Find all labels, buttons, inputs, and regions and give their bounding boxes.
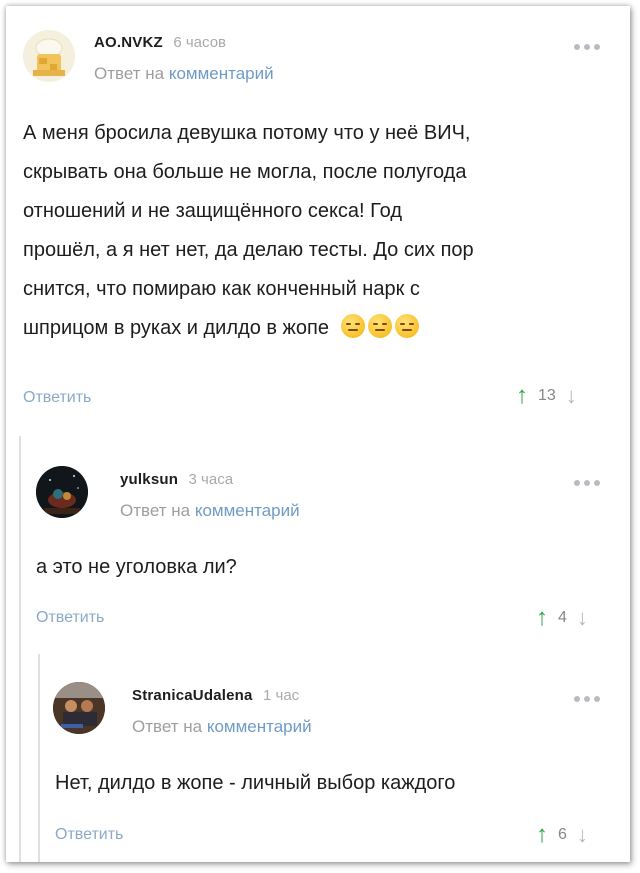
arrow-down-icon[interactable]: ↓	[577, 824, 588, 846]
comment-text: Нет, дилдо в жопе - личный выбор каждого	[55, 764, 620, 803]
vote-controls: ↑ 6 ↓	[536, 823, 588, 847]
comment-thread: AO.NVKZ 6 часов Ответ на комментарий А м…	[6, 6, 630, 862]
reply-to-link[interactable]: комментарий	[207, 717, 312, 736]
author-name[interactable]: StranicaUdalena	[132, 687, 253, 704]
comment: StranicaUdalena 1 час Ответ на комментар…	[6, 6, 630, 862]
reply-to-line: Ответ на комментарий	[132, 717, 312, 737]
arrow-up-icon[interactable]: ↑	[536, 823, 548, 847]
reply-button[interactable]: Ответить	[55, 826, 123, 844]
comment-header: StranicaUdalena 1 час	[132, 687, 299, 705]
timestamp: 1 час	[263, 687, 300, 704]
avatar[interactable]	[53, 682, 105, 734]
vote-score: 6	[558, 826, 567, 843]
more-dots-icon[interactable]	[574, 696, 600, 702]
reply-prefix: Ответ на	[132, 717, 203, 736]
comment-line: Нет, дилдо в жопе - личный выбор каждого	[55, 772, 456, 794]
